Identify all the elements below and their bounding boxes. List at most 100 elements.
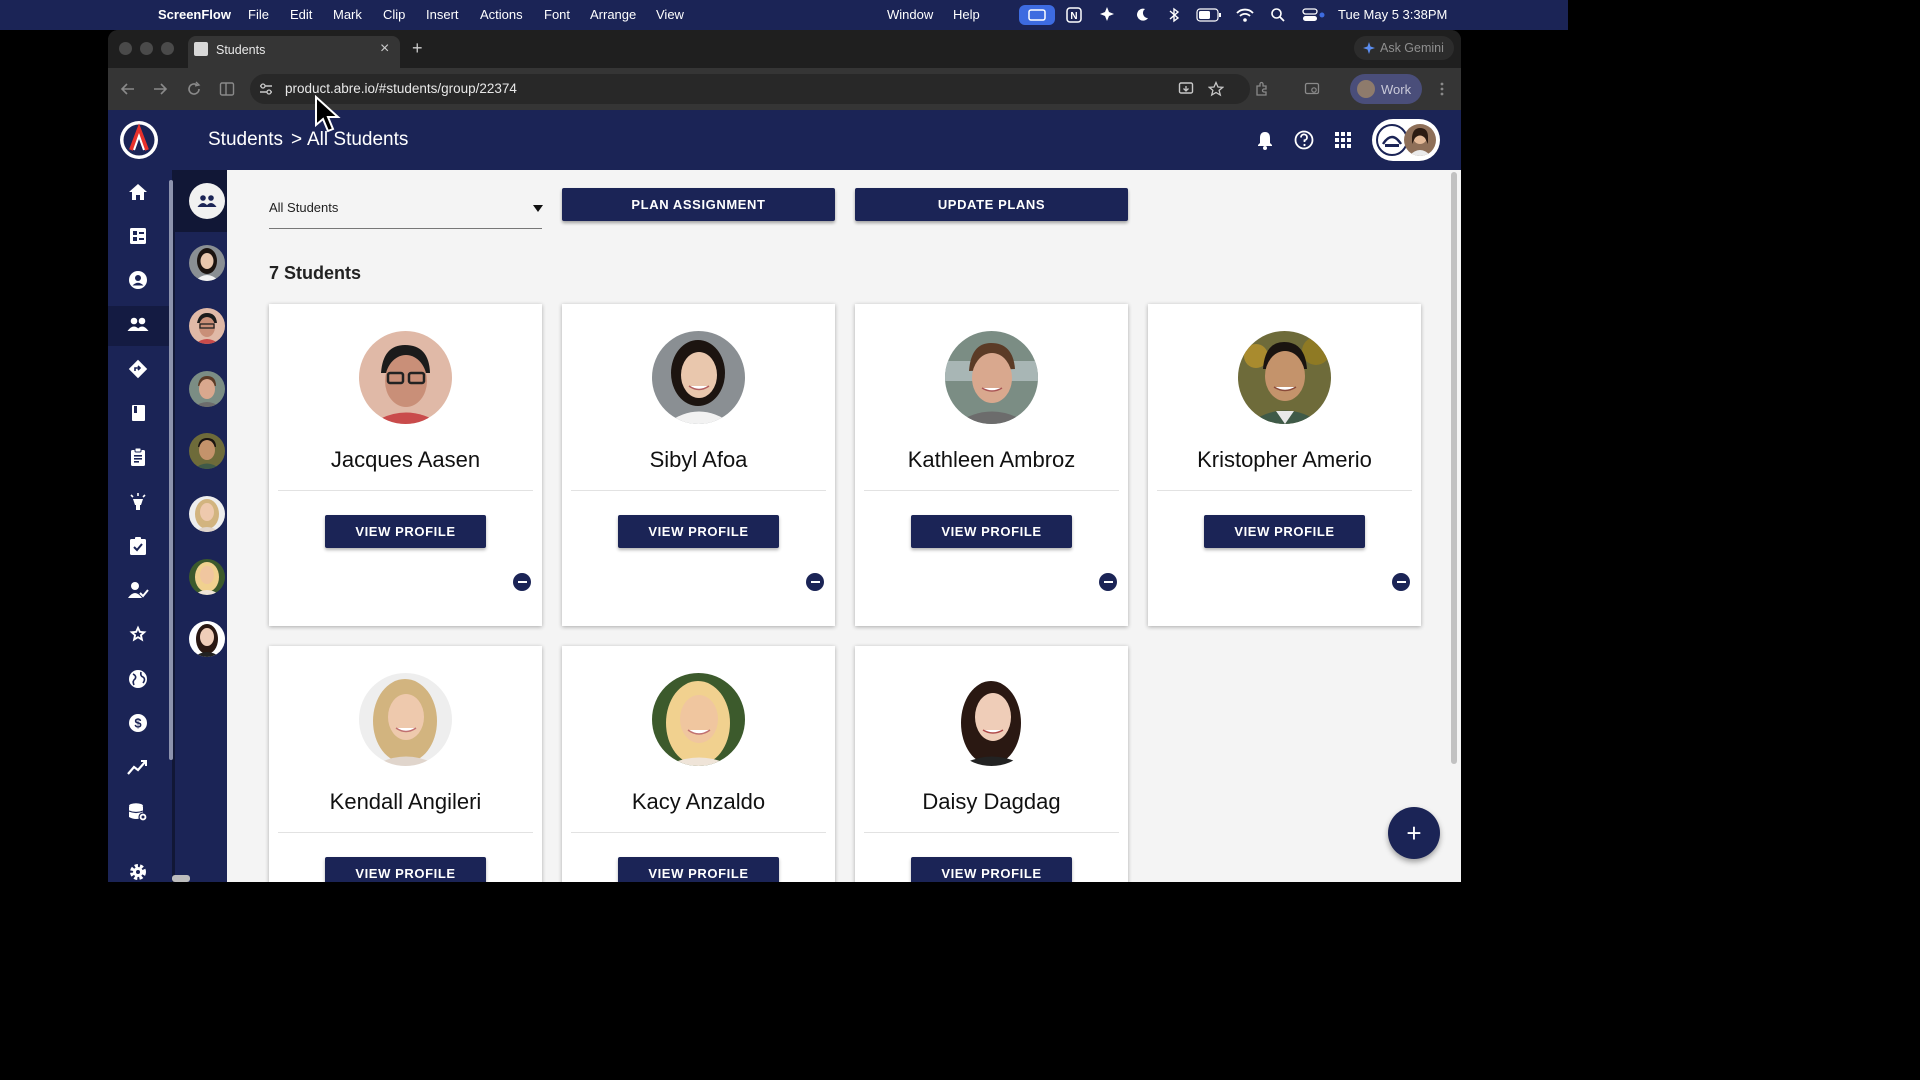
account-chip[interactable] bbox=[1372, 119, 1440, 161]
rail-avatar-kristopher[interactable] bbox=[189, 433, 225, 469]
remove-student-icon[interactable] bbox=[513, 573, 531, 591]
wifi-icon[interactable] bbox=[1236, 7, 1254, 26]
remove-student-icon[interactable] bbox=[1392, 573, 1410, 591]
nav-directions-icon[interactable] bbox=[126, 357, 150, 381]
nav-user-check-icon[interactable] bbox=[126, 578, 150, 602]
rail-avatar-kathleen[interactable] bbox=[189, 371, 225, 407]
view-profile-button[interactable]: VIEW PROFILE bbox=[911, 515, 1072, 548]
nav-students-icon[interactable] bbox=[126, 313, 150, 337]
menu-actions[interactable]: Actions bbox=[480, 7, 523, 22]
nav-rail-scrollbar[interactable] bbox=[169, 180, 173, 760]
tab-close-icon[interactable]: × bbox=[380, 40, 389, 58]
ask-gemini-button[interactable]: Ask Gemini bbox=[1354, 36, 1454, 60]
new-tab-button[interactable]: + bbox=[412, 38, 423, 59]
tab-title: Students bbox=[216, 43, 266, 57]
view-profile-button[interactable]: VIEW PROFILE bbox=[325, 515, 486, 548]
menu-view[interactable]: View bbox=[656, 7, 684, 22]
nav-ideas-icon[interactable] bbox=[126, 490, 150, 514]
student-avatar bbox=[359, 673, 452, 766]
breadcrumb-root[interactable]: Students bbox=[208, 129, 283, 151]
control-center-icon[interactable] bbox=[1302, 7, 1326, 26]
sparkle-icon[interactable] bbox=[1099, 6, 1115, 25]
horizontal-scrollbar[interactable] bbox=[172, 875, 190, 882]
notifications-bell-icon[interactable] bbox=[1256, 130, 1274, 150]
nav-analytics-icon[interactable] bbox=[126, 755, 150, 779]
browser-menu-icon[interactable] bbox=[1436, 81, 1448, 97]
nav-database-settings-icon[interactable] bbox=[126, 800, 150, 824]
rail-avatar-daisy[interactable] bbox=[189, 621, 225, 657]
macos-menubar: ScreenFlow File Edit Mark Clip Insert Ac… bbox=[0, 0, 1568, 30]
nav-book-icon[interactable] bbox=[126, 401, 150, 425]
nav-assignments-icon[interactable] bbox=[126, 445, 150, 469]
window-zoom-button[interactable] bbox=[161, 42, 174, 55]
nav-star-icon[interactable] bbox=[126, 622, 150, 646]
window-minimize-button[interactable] bbox=[140, 42, 153, 55]
tab-search-icon[interactable] bbox=[1304, 81, 1320, 97]
abre-logo-icon[interactable] bbox=[118, 119, 160, 161]
group-select[interactable]: All Students bbox=[269, 188, 543, 229]
window-close-button[interactable] bbox=[119, 42, 132, 55]
content-scrollbar[interactable] bbox=[1451, 172, 1457, 764]
remove-student-icon[interactable] bbox=[806, 573, 824, 591]
nav-settings-gear-icon[interactable] bbox=[126, 860, 150, 882]
reload-icon[interactable] bbox=[186, 81, 202, 97]
url-text[interactable]: product.abre.io/#students/group/22374 bbox=[285, 81, 517, 96]
remove-student-icon[interactable] bbox=[1099, 573, 1117, 591]
nav-globe-icon[interactable] bbox=[126, 667, 150, 691]
site-settings-icon[interactable] bbox=[259, 82, 273, 96]
menu-insert[interactable]: Insert bbox=[426, 7, 459, 22]
student-card: Kacy Anzaldo VIEW PROFILE bbox=[562, 646, 835, 882]
battery-icon[interactable] bbox=[1196, 8, 1222, 25]
menu-clip[interactable]: Clip bbox=[383, 7, 405, 22]
nav-dashboard-icon[interactable] bbox=[126, 224, 150, 248]
student-avatar bbox=[945, 673, 1038, 766]
help-icon[interactable] bbox=[1294, 130, 1314, 150]
install-app-icon[interactable] bbox=[1178, 81, 1194, 97]
group-all-students-icon[interactable] bbox=[189, 183, 225, 219]
apps-grid-icon[interactable] bbox=[1334, 131, 1352, 149]
rail-avatar-sibyl[interactable] bbox=[189, 245, 225, 281]
student-card: Jacques Aasen VIEW PROFILE bbox=[269, 304, 542, 626]
rail-avatar-jacques[interactable] bbox=[189, 308, 225, 344]
menu-mark[interactable]: Mark bbox=[333, 7, 362, 22]
menu-file[interactable]: File bbox=[248, 7, 269, 22]
menu-font[interactable]: Font bbox=[544, 7, 570, 22]
nav-finance-icon[interactable]: $ bbox=[126, 711, 150, 735]
bookmark-star-icon[interactable] bbox=[1208, 81, 1224, 97]
student-card: Kendall Angileri VIEW PROFILE bbox=[269, 646, 542, 882]
menu-app-name[interactable]: ScreenFlow bbox=[158, 7, 231, 22]
menu-edit[interactable]: Edit bbox=[290, 7, 312, 22]
profile-chip[interactable]: Work bbox=[1350, 74, 1422, 104]
rail-avatar-kendall[interactable] bbox=[189, 496, 225, 532]
update-plans-button[interactable]: UPDATE PLANS bbox=[855, 188, 1128, 221]
menu-window[interactable]: Window bbox=[887, 7, 933, 22]
menubar-clock[interactable]: Tue May 5 3:38PM bbox=[1338, 7, 1447, 22]
menu-help[interactable]: Help bbox=[953, 7, 980, 22]
add-student-fab[interactable]: + bbox=[1388, 807, 1440, 859]
extensions-icon[interactable] bbox=[1254, 81, 1270, 97]
view-profile-button[interactable]: VIEW PROFILE bbox=[911, 857, 1072, 882]
spotlight-search-icon[interactable] bbox=[1270, 7, 1286, 26]
bluetooth-icon[interactable] bbox=[1168, 7, 1180, 26]
browser-toolbar: product.abre.io/#students/group/22374 Wo… bbox=[108, 68, 1461, 110]
view-profile-button[interactable]: VIEW PROFILE bbox=[1204, 515, 1365, 548]
plan-assignment-button[interactable]: PLAN ASSIGNMENT bbox=[562, 188, 835, 221]
rail-avatar-kacy[interactable] bbox=[189, 559, 225, 595]
card-divider bbox=[278, 490, 533, 491]
view-profile-button[interactable]: VIEW PROFILE bbox=[618, 857, 779, 882]
nav-home-icon[interactable] bbox=[126, 180, 150, 204]
nav-profile-icon[interactable] bbox=[126, 268, 150, 292]
view-profile-button[interactable]: VIEW PROFILE bbox=[325, 857, 486, 882]
moon-icon[interactable] bbox=[1134, 7, 1150, 26]
tab-students[interactable]: Students × bbox=[188, 36, 400, 68]
screen-record-icon[interactable] bbox=[1019, 5, 1055, 25]
side-panel-icon[interactable] bbox=[219, 81, 235, 97]
back-arrow-icon[interactable] bbox=[120, 81, 136, 97]
address-bar[interactable]: product.abre.io/#students/group/22374 bbox=[250, 74, 1250, 104]
nav-checklist-icon[interactable] bbox=[126, 534, 150, 558]
forward-arrow-icon[interactable] bbox=[152, 81, 168, 97]
notion-icon[interactable]: N bbox=[1066, 7, 1082, 26]
menu-arrange[interactable]: Arrange bbox=[590, 7, 636, 22]
view-profile-button[interactable]: VIEW PROFILE bbox=[618, 515, 779, 548]
student-card: Daisy Dagdag VIEW PROFILE bbox=[855, 646, 1128, 882]
